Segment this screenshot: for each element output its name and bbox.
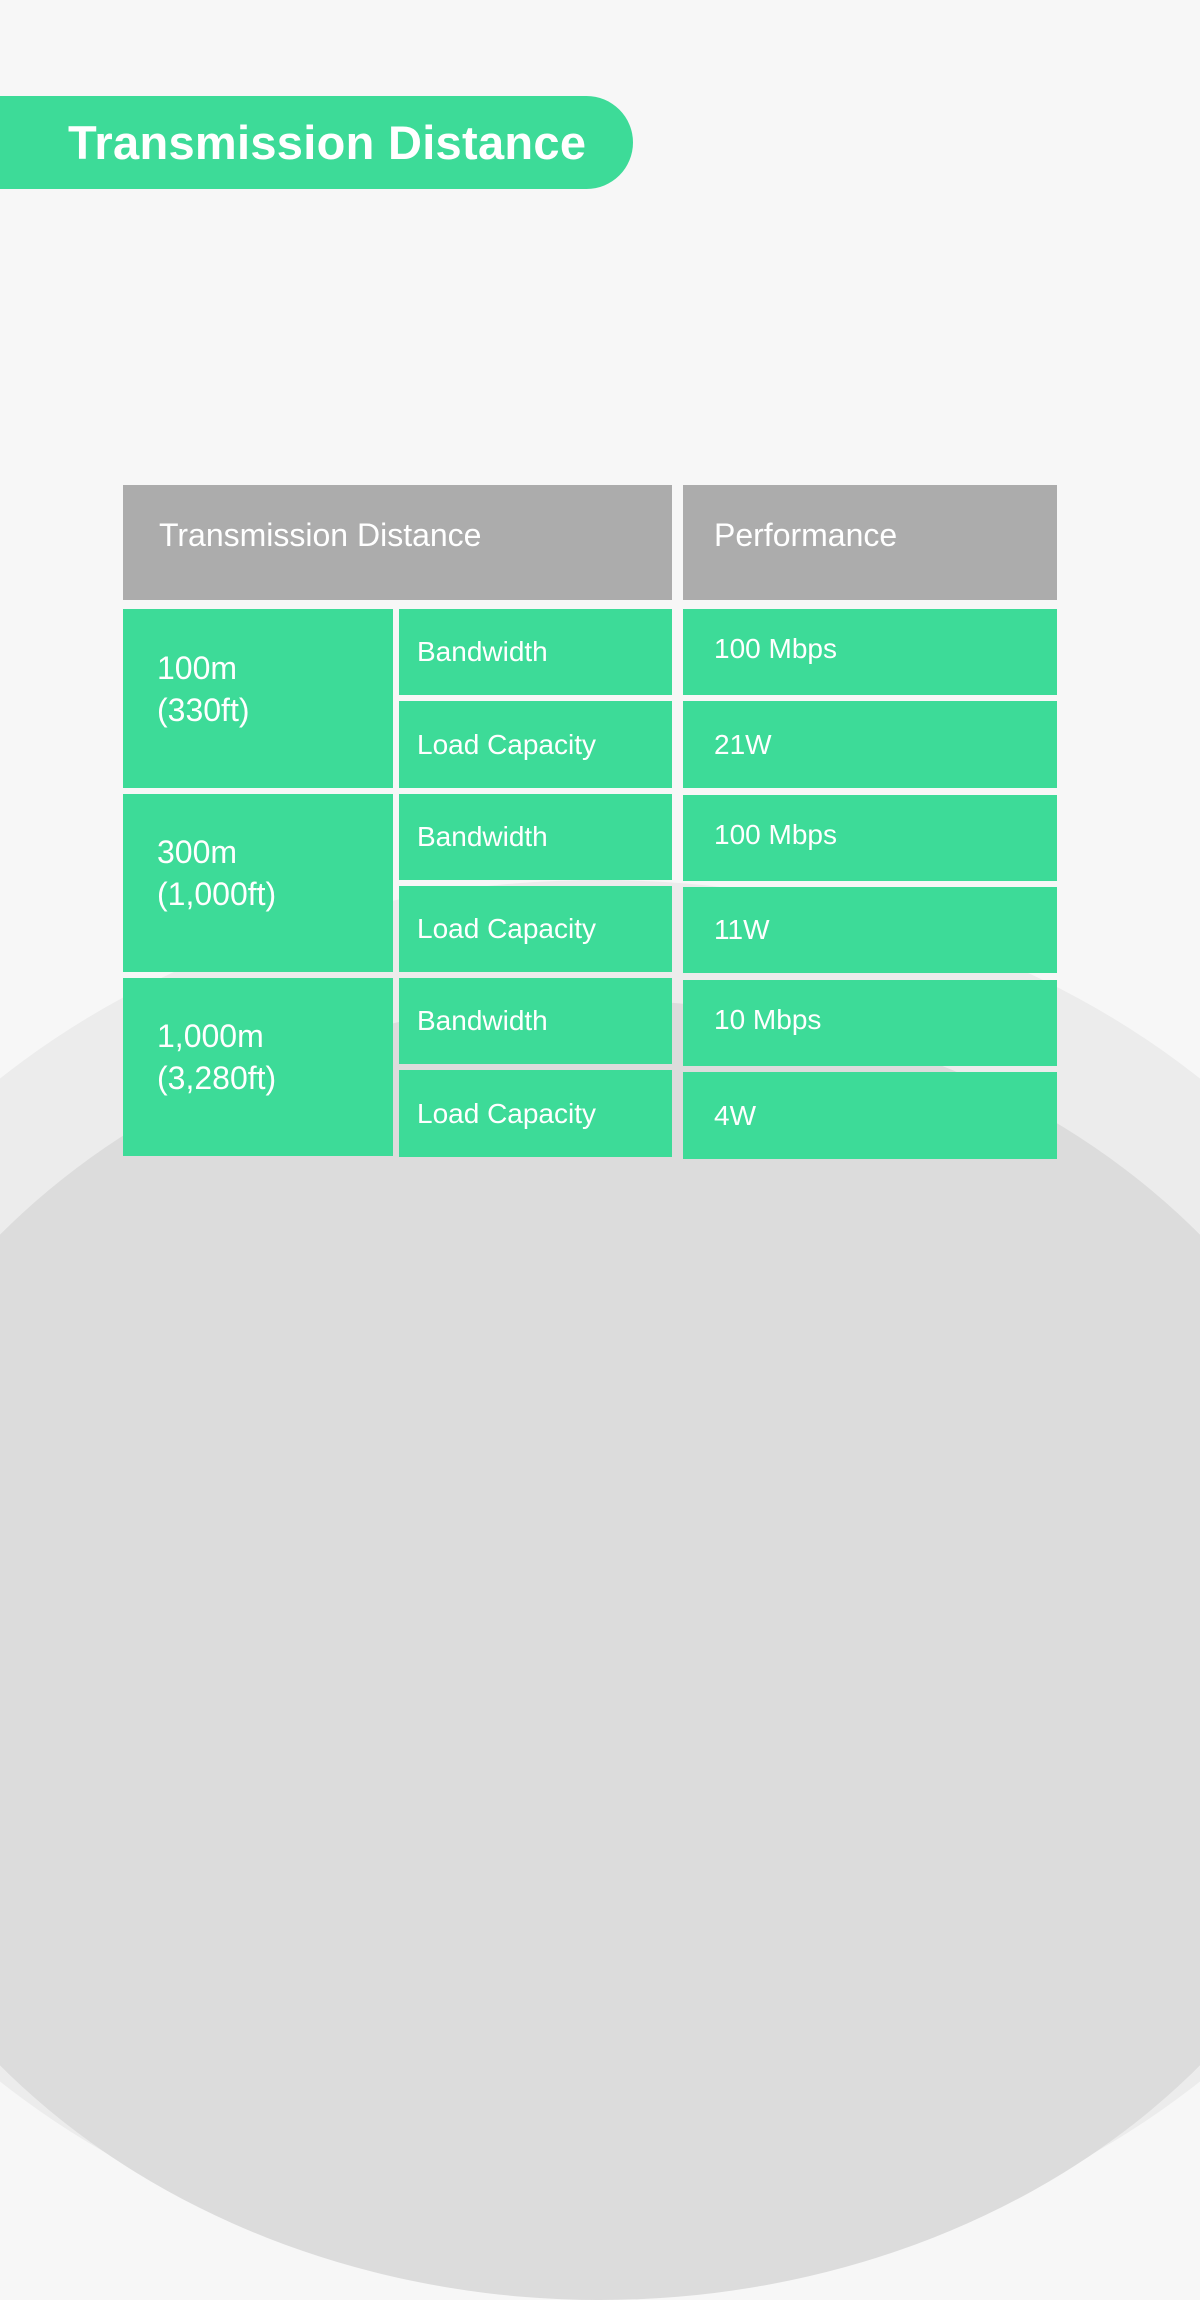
header-performance: Performance <box>683 485 1057 600</box>
distance-feet: (3,280ft) <box>157 1060 277 1096</box>
metric-value: 4W <box>714 1099 756 1131</box>
distance-feet: (1,000ft) <box>157 876 277 912</box>
metric-label: Load Capacity <box>417 1097 597 1129</box>
metric-label: Load Capacity <box>417 728 597 760</box>
header-transmission-distance: Transmission Distance <box>123 485 672 600</box>
table-row-distance: 1,000m (3,280ft) <box>123 978 393 1156</box>
metric-label: Bandwidth <box>417 636 548 667</box>
header-label: Performance <box>714 517 898 553</box>
metric-label-cell: Bandwidth <box>399 978 672 1064</box>
metric-label: Bandwidth <box>417 821 548 852</box>
table-row-distance: 100m (330ft) <box>123 609 393 788</box>
distance-feet: (330ft) <box>157 691 250 728</box>
metric-label: Bandwidth <box>417 1005 548 1036</box>
metric-label: Load Capacity <box>417 913 597 944</box>
metric-value-cell: 11W <box>683 887 1057 973</box>
metric-value-cell: 100 Mbps <box>683 609 1057 695</box>
metric-label-cell: Load Capacity <box>399 701 672 788</box>
title-banner: Transmission Distance <box>0 96 633 189</box>
metric-value: 10 Mbps <box>714 1004 822 1035</box>
metric-value: 11W <box>714 914 770 945</box>
table-row-distance: 300m (1,000ft) <box>123 794 393 972</box>
distance-meters: 1,000m <box>157 1018 264 1054</box>
background-arc-inner <box>0 1000 1200 2300</box>
metric-value: 100 Mbps <box>714 633 837 664</box>
metric-label-cell: Load Capacity <box>399 886 672 972</box>
metric-label-cell: Bandwidth <box>399 794 672 880</box>
metric-value-cell: 4W <box>683 1072 1057 1159</box>
header-label: Transmission Distance <box>159 517 482 553</box>
metric-value-cell: 10 Mbps <box>683 980 1057 1066</box>
metric-value: 21W <box>714 728 772 760</box>
metric-value: 100 Mbps <box>714 819 837 850</box>
metric-value-cell: 21W <box>683 701 1057 788</box>
metric-label-cell: Bandwidth <box>399 609 672 695</box>
metric-label-cell: Load Capacity <box>399 1070 672 1157</box>
distance-meters: 300m <box>157 834 238 870</box>
page-title: Transmission Distance <box>68 116 587 169</box>
distance-meters: 100m <box>157 649 238 686</box>
background-bottom <box>0 1250 1200 1500</box>
metric-value-cell: 100 Mbps <box>683 795 1057 881</box>
